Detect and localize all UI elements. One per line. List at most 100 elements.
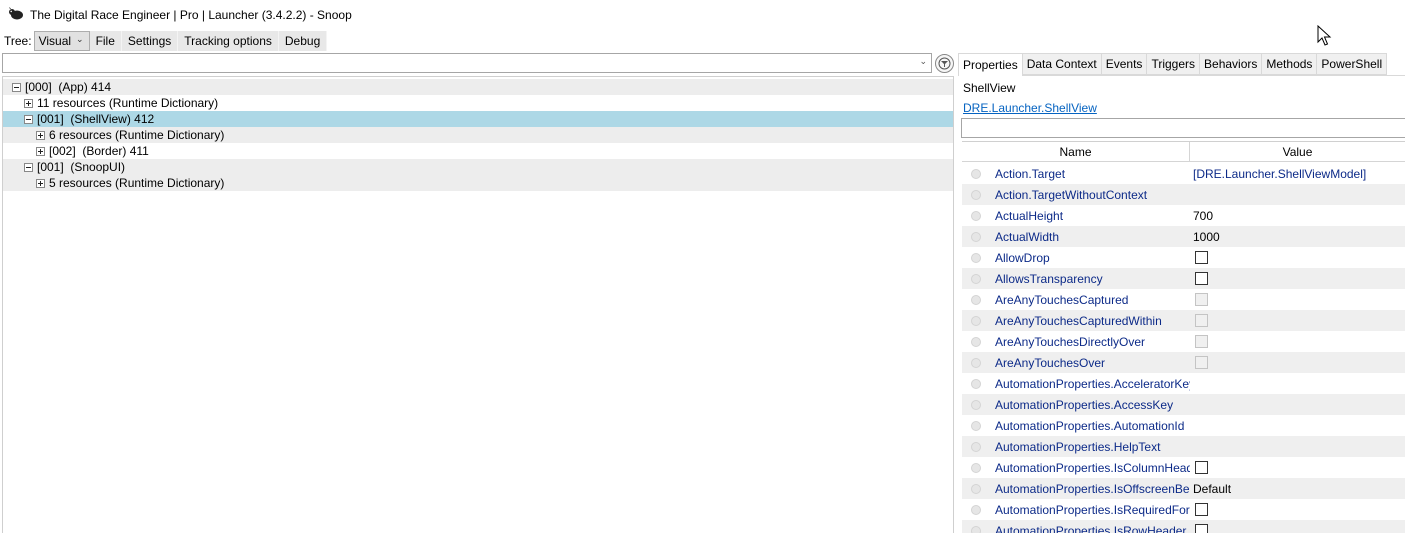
- property-row[interactable]: AutomationProperties.IsColumnHeader: [962, 457, 1405, 478]
- property-value[interactable]: 700: [1190, 209, 1213, 223]
- value-source-dot-icon[interactable]: [971, 231, 981, 242]
- property-value[interactable]: [DRE.Launcher.ShellViewModel]: [1190, 167, 1366, 181]
- property-row[interactable]: AutomationProperties.IsRequiredForForm: [962, 499, 1405, 520]
- value-source-dot-icon[interactable]: [971, 378, 981, 389]
- value-checkbox[interactable]: [1195, 272, 1208, 285]
- value-source-dot-icon[interactable]: [971, 357, 981, 368]
- property-value[interactable]: [1190, 293, 1208, 306]
- property-row[interactable]: AreAnyTouchesCapturedWithin: [962, 310, 1405, 331]
- property-value[interactable]: [1190, 335, 1208, 348]
- tab-properties[interactable]: Properties: [958, 53, 1023, 76]
- menu-settings[interactable]: Settings: [121, 31, 179, 51]
- property-value[interactable]: [1190, 524, 1208, 533]
- column-header-value[interactable]: Value: [1190, 142, 1405, 161]
- property-name: AllowDrop: [995, 250, 1050, 265]
- column-header-name[interactable]: Name: [962, 142, 1190, 161]
- property-row[interactable]: ActualHeight 700: [962, 205, 1405, 226]
- inspector-pane: Properties Data Context Events Triggers …: [958, 53, 1405, 533]
- value-source-dot-icon[interactable]: [971, 336, 981, 347]
- tree-node[interactable]: [002] (Border) 411: [3, 143, 953, 159]
- collapse-icon[interactable]: [24, 114, 33, 124]
- collapse-icon[interactable]: [24, 162, 33, 172]
- tree-node[interactable]: 11 resources (Runtime Dictionary): [3, 95, 953, 111]
- title-bar: The Digital Race Engineer | Pro | Launch…: [0, 0, 1405, 30]
- value-source-dot-icon[interactable]: [971, 462, 981, 473]
- menu-tracking-options[interactable]: Tracking options: [178, 31, 279, 51]
- property-value[interactable]: [1190, 461, 1208, 474]
- expand-icon[interactable]: [24, 98, 33, 108]
- tree-type-select[interactable]: Visual ⌄: [33, 31, 90, 51]
- property-row[interactable]: AutomationProperties.IsRowHeader: [962, 520, 1405, 533]
- property-grid: Name Value Action.Target [DRE.Launcher.Sh…: [962, 141, 1405, 533]
- value-source-dot-icon[interactable]: [971, 252, 981, 263]
- property-row[interactable]: AutomationProperties.HelpText: [962, 436, 1405, 457]
- property-value[interactable]: [1190, 503, 1208, 516]
- value-checkbox[interactable]: [1195, 461, 1208, 474]
- toolbar: Tree: Visual ⌄ File Settings Tracking op…: [0, 30, 328, 52]
- property-row[interactable]: Action.TargetWithoutContext: [962, 184, 1405, 205]
- tab-triggers[interactable]: Triggers: [1147, 53, 1201, 75]
- tab-powershell[interactable]: PowerShell: [1317, 53, 1388, 75]
- expand-icon[interactable]: [36, 130, 45, 140]
- value-checkbox: [1195, 335, 1208, 348]
- value-checkbox: [1195, 293, 1208, 306]
- property-row[interactable]: ActualWidth 1000: [962, 226, 1405, 247]
- value-source-dot-icon[interactable]: [971, 294, 981, 305]
- tab-data-context[interactable]: Data Context: [1022, 53, 1102, 75]
- value-checkbox[interactable]: [1195, 524, 1208, 533]
- property-value[interactable]: [1190, 272, 1208, 285]
- property-row[interactable]: AllowsTransparency: [962, 268, 1405, 289]
- value-source-dot-icon[interactable]: [971, 504, 981, 515]
- property-name: ActualWidth: [995, 229, 1060, 244]
- value-source-dot-icon[interactable]: [971, 420, 981, 431]
- expand-icon[interactable]: [36, 178, 45, 188]
- property-value[interactable]: [1190, 314, 1208, 327]
- property-name: AutomationProperties.HelpText: [995, 439, 1161, 454]
- value-source-dot-icon[interactable]: [971, 399, 981, 410]
- property-name: AutomationProperties.IsColumnHeader: [995, 460, 1190, 475]
- chevron-down-icon[interactable]: ⌄: [919, 56, 927, 67]
- value-source-dot-icon[interactable]: [971, 210, 981, 221]
- property-row[interactable]: AreAnyTouchesOver: [962, 352, 1405, 373]
- value-source-dot-icon[interactable]: [971, 483, 981, 494]
- tree-search-input[interactable]: ⌄: [2, 53, 932, 73]
- property-row[interactable]: AllowDrop: [962, 247, 1405, 268]
- property-value[interactable]: [1190, 251, 1208, 264]
- value-source-dot-icon[interactable]: [971, 441, 981, 452]
- property-value[interactable]: [1190, 356, 1208, 369]
- tab-methods[interactable]: Methods: [1262, 53, 1318, 75]
- property-row[interactable]: Action.Target [DRE.Launcher.ShellViewMode…: [962, 163, 1405, 184]
- value-checkbox[interactable]: [1195, 503, 1208, 516]
- collapse-icon[interactable]: [12, 82, 21, 92]
- expand-icon[interactable]: [36, 146, 45, 156]
- value-source-dot-icon[interactable]: [971, 273, 981, 284]
- tree-node-label: [001] (ShellView) 412: [37, 112, 155, 126]
- value-source-dot-icon[interactable]: [971, 525, 981, 533]
- tree-node[interactable]: 6 resources (Runtime Dictionary): [3, 127, 953, 143]
- value-source-dot-icon[interactable]: [971, 315, 981, 326]
- property-name: Action.Target: [995, 166, 1066, 181]
- property-row[interactable]: AutomationProperties.AccessKey: [962, 394, 1405, 415]
- value-source-dot-icon[interactable]: [971, 168, 981, 179]
- property-row[interactable]: AreAnyTouchesDirectlyOver: [962, 331, 1405, 352]
- property-row[interactable]: AutomationProperties.IsOffscreenBehavior…: [962, 478, 1405, 499]
- menu-debug[interactable]: Debug: [278, 31, 328, 51]
- filter-toggle-button[interactable]: [935, 54, 954, 73]
- tab-events[interactable]: Events: [1101, 53, 1148, 75]
- value-checkbox[interactable]: [1195, 251, 1208, 264]
- property-value[interactable]: Default: [1190, 482, 1231, 496]
- property-filter-input[interactable]: [961, 118, 1405, 138]
- property-row[interactable]: AutomationProperties.AcceleratorKey: [962, 373, 1405, 394]
- target-type-link[interactable]: DRE.Launcher.ShellView: [963, 101, 1097, 115]
- value-source-dot-icon[interactable]: [971, 189, 981, 200]
- tree-node-selected[interactable]: [001] (ShellView) 412: [3, 111, 953, 127]
- visual-tree[interactable]: [000] (App) 414 11 resources (Runtime Di…: [2, 76, 954, 533]
- tree-node[interactable]: 5 resources (Runtime Dictionary): [3, 175, 953, 191]
- tree-node[interactable]: [001] (SnoopUI): [3, 159, 953, 175]
- property-row[interactable]: AutomationProperties.AutomationId: [962, 415, 1405, 436]
- tree-node[interactable]: [000] (App) 414: [3, 79, 953, 95]
- property-value[interactable]: 1000: [1190, 230, 1220, 244]
- menu-file[interactable]: File: [89, 31, 122, 51]
- property-row[interactable]: AreAnyTouchesCaptured: [962, 289, 1405, 310]
- tab-behaviors[interactable]: Behaviors: [1200, 53, 1263, 75]
